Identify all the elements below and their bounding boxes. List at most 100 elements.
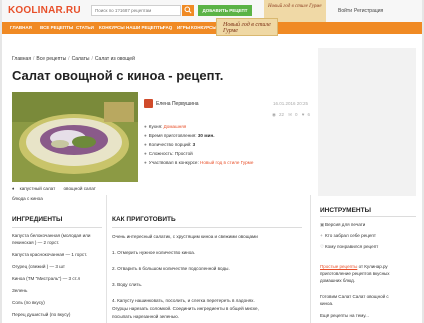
ingredient-item: Киноа (ТМ "Мистраль") — 3 ст.л [12, 276, 81, 281]
portions-icon: ● [144, 142, 147, 147]
salad-photo-graphic [12, 92, 138, 182]
difficulty-icon: ● [144, 151, 147, 156]
main-nav: ГЛАВНАЯ ВСЕ РЕЦЕПТЫ СТАТЬИ КОНКУРСЫ НАШИ… [2, 22, 422, 34]
who-liked-link[interactable]: ♡Кому понравился рецепт [320, 244, 378, 250]
likes-count: 6 [307, 112, 310, 117]
cook-salad-text: киноа. [320, 301, 334, 306]
page-frame: KOOLINAR.RU ДОБАВИТЬ РЕЦЕПТ Новый год в … [2, 0, 422, 323]
column-divider-right [310, 195, 311, 323]
ingredients-heading: ИНГРЕДИЕНТЫ [12, 216, 63, 223]
portions-value: 3 [192, 142, 196, 147]
ingredient-item: пекинская ) — 2 горст. [12, 240, 60, 245]
sidebar-ad-area [318, 48, 416, 196]
contest-link[interactable]: Новый год в стиле Гурме [200, 160, 253, 165]
author-name[interactable]: Елена Первушина [156, 101, 199, 107]
trophy-icon: ● [144, 160, 147, 165]
step-item: 4. Капусту нашинковать, посолить, и слег… [112, 298, 255, 303]
ingredient-item: Зелень [12, 288, 28, 293]
nav-item-home[interactable]: ГЛАВНАЯ [10, 22, 32, 34]
author-avatar[interactable] [144, 99, 153, 108]
steps-heading: КАК ПРИГОТОВИТЬ [112, 216, 176, 223]
more-recipes-link[interactable]: Ещё рецепты на тему... [320, 313, 369, 318]
who-saved-link[interactable]: + Кто забрал себе рецепт [320, 233, 376, 238]
time-label: Время приготовления: [148, 133, 197, 138]
comments-icon: ✉ [288, 112, 292, 117]
meta-time: ● Время приготовления: 30 мин. [144, 133, 215, 138]
who-saved-label: Кто забрал себе рецепт [325, 233, 376, 238]
search-input[interactable] [91, 5, 181, 16]
nav-item-articles[interactable]: СТАТЬИ [76, 22, 94, 34]
steps-divider [112, 227, 302, 228]
who-liked-label: Кому понравился рецепт [325, 244, 379, 249]
ingredient-item: Капуста белокочанная (молодая или [12, 233, 91, 238]
tag-icon: ♦ [12, 186, 15, 191]
difficulty-value: Простой [174, 151, 193, 156]
step-item: 1. Отмерить нужное количество киноа. [112, 250, 196, 255]
kitchen-value[interactable]: Домашняя [164, 124, 187, 129]
print-version-label: Версия для печати [325, 222, 366, 227]
meta-portions: ● Количество порций: 3 [144, 142, 195, 147]
ingredient-item: Капуста краснокочанная — 1 горст. [12, 252, 88, 257]
cook-salad-text: Готовим Салат Салат овощной с [320, 294, 389, 299]
nav-banner-text: Новый год в стиле Гурме [223, 22, 271, 34]
nav-item-our-recipes[interactable]: НАШИ РЕЦЕПТЫ [126, 22, 164, 34]
ingredient-item: Огурец (свежий ) — 3 шт [12, 264, 66, 269]
time-value: 30 мин. [197, 133, 215, 138]
portions-label: Количество порций: [148, 142, 192, 147]
search-button[interactable] [182, 5, 194, 16]
kitchen-icon: ● [144, 124, 147, 129]
nav-promo-banner[interactable]: Новый год в стиле Гурме [216, 18, 278, 36]
simple-recipes-line: Простые рецепты от Кулинар.ру [320, 264, 388, 269]
nav-item-games[interactable]: ИГРЫ [177, 22, 190, 34]
column-divider-left [106, 195, 107, 323]
page-title: Салат овощной с киноа - рецепт. [12, 68, 224, 83]
views-count: 22 [278, 112, 284, 117]
breadcrumb: Главная / Все рецепты / Салаты / Салат из овощ… [12, 56, 135, 62]
views-icon: ◉ [272, 112, 276, 117]
search-icon [184, 6, 192, 14]
tools-divider [320, 216, 416, 217]
register-link[interactable]: Регистрация [354, 8, 383, 14]
step-item-cont: посыпать нарезанной зеленью. [112, 314, 179, 319]
difficulty-label: Сложность: [148, 151, 174, 156]
login-link[interactable]: Войти [338, 8, 352, 14]
step-item: 3. Воду слить. [112, 282, 143, 287]
simple-recipes-text: приготовление рецептов вкусных [320, 271, 390, 276]
recipe-date: 16.01.2016 20:25 [273, 101, 309, 106]
tag-item[interactable]: блюда с киноа [12, 196, 43, 201]
ingredient-item: Соль (по вкусу) [12, 300, 45, 305]
meta-kitchen: ● Кухня: Домашняя [144, 124, 186, 129]
recipe-stats: ◉ 22 ✉ 0 ♥ 6 [272, 112, 313, 118]
clock-icon: ● [144, 133, 147, 138]
nav-item-faq[interactable]: FAQ [163, 22, 172, 34]
top-banner-text: Новый год в стиле Гурме [268, 4, 322, 9]
tag-item[interactable]: капустный салат [20, 186, 56, 191]
recipe-photo[interactable] [12, 92, 138, 182]
breadcrumb-current[interactable]: Салат из овощей [95, 56, 135, 62]
tag-list: ♦ капустный салат овощной салат блюда с … [12, 186, 302, 206]
step-item: 2. Отварить в большом количестве подсоле… [112, 266, 230, 271]
comments-count: 0 [295, 112, 298, 117]
breadcrumb-home[interactable]: Главная [12, 56, 31, 62]
top-bar: KOOLINAR.RU ДОБАВИТЬ РЕЦЕПТ Новый год в … [2, 0, 422, 22]
nav-item-contests[interactable]: КОНКУРСЫ [99, 22, 125, 34]
tools-heading: ИНСТРУМЕНТЫ [320, 207, 371, 214]
contest-label: Участвовал в конкурсе: [148, 160, 199, 165]
meta-contest: ● Участвовал в конкурсе: Новый год в стил… [144, 160, 253, 165]
site-logo[interactable]: KOOLINAR.RU [8, 5, 81, 16]
simple-recipes-text: от Кулинар.ру [358, 264, 388, 269]
meta-difficulty: ● Сложность: Простой [144, 151, 193, 156]
nav-item-all-recipes[interactable]: ВСЕ РЕЦЕПТЫ [40, 22, 73, 34]
kitchen-label: Кухня: [148, 124, 163, 129]
simple-recipes-text: домашних блюд. [320, 278, 355, 283]
likes-icon[interactable]: ♥ [302, 112, 305, 117]
nav-item-contests-2[interactable]: КОНКУРСЫ [191, 22, 217, 34]
step-item-cont: Огурцы нарезать соломкой. Соединить ингр… [112, 306, 259, 311]
simple-recipes-link[interactable]: Простые рецепты [320, 264, 357, 269]
add-recipe-button[interactable]: ДОБАВИТЬ РЕЦЕПТ [198, 5, 252, 16]
step-intro: Очень интересный салатик, с хрустящим ки… [112, 234, 258, 239]
print-version-link[interactable]: ▣Версия для печати [320, 222, 365, 228]
breadcrumb-salads[interactable]: Салаты [72, 56, 90, 62]
tag-item[interactable]: овощной салат [64, 186, 96, 191]
breadcrumb-all-recipes[interactable]: Все рецепты [36, 56, 66, 62]
